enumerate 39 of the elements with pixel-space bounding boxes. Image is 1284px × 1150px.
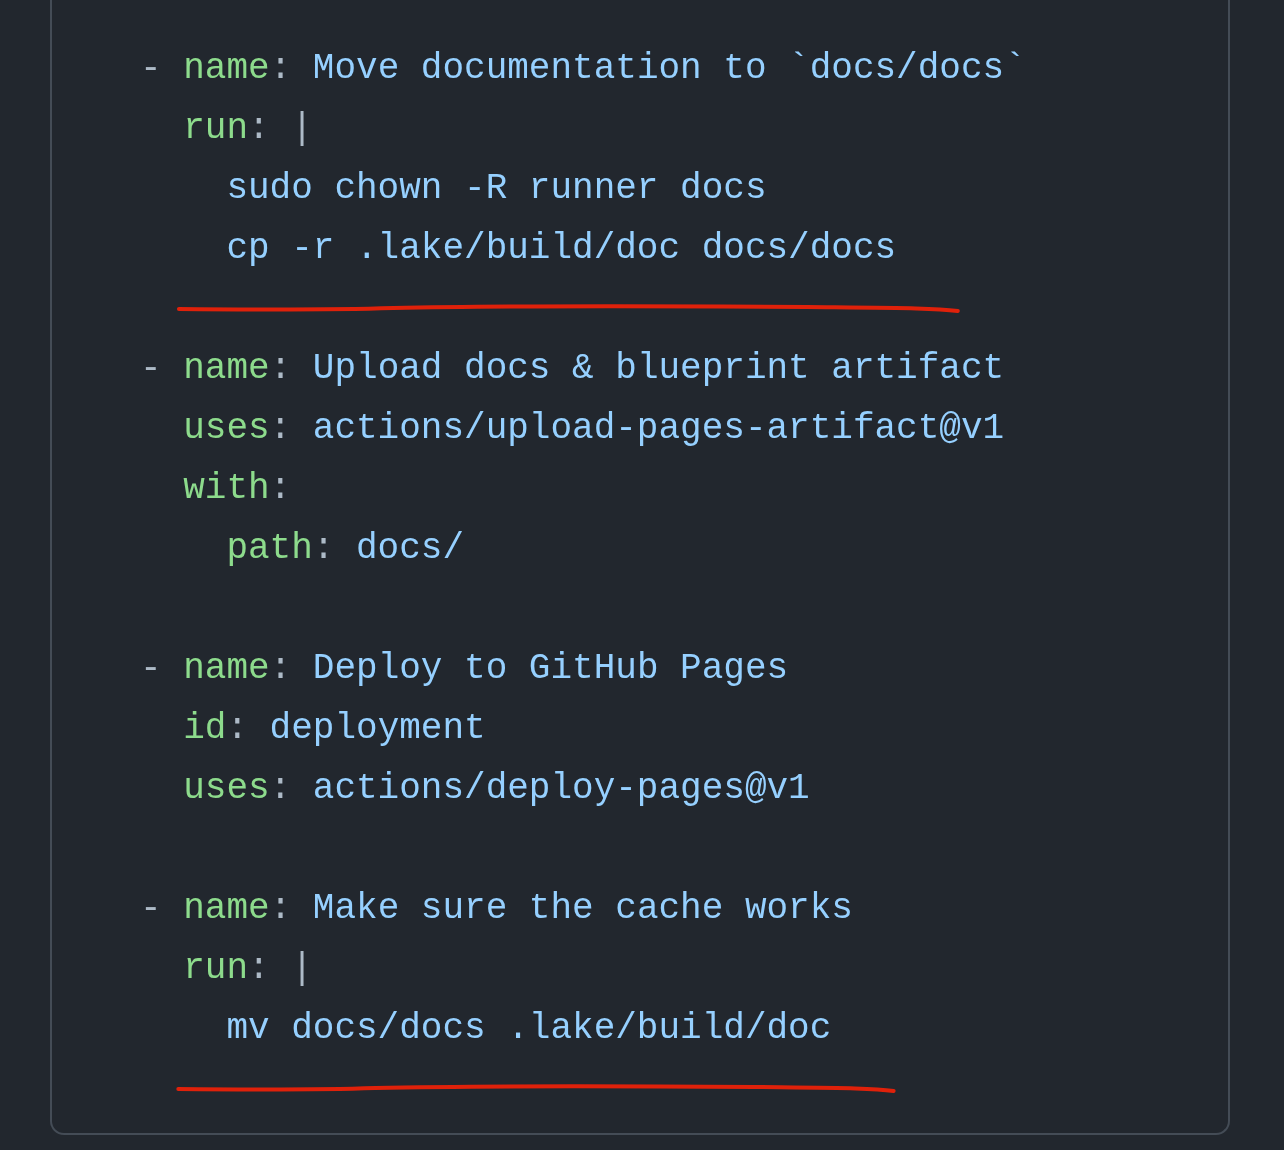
- yaml-key: name: [183, 339, 270, 399]
- list-dash: -: [140, 347, 162, 391]
- yaml-key: id: [183, 699, 227, 759]
- list-dash: -: [140, 47, 162, 91]
- yaml-value: Move documentation to `docs/docs`: [312, 47, 1026, 91]
- colon: :: [248, 107, 270, 151]
- colon: :: [269, 47, 292, 91]
- shell-command: mv docs/docs .lake/build/doc: [226, 1007, 832, 1051]
- colon: :: [248, 947, 270, 991]
- yaml-key: with: [183, 459, 270, 519]
- colon: :: [312, 527, 335, 571]
- yaml-value: actions/deploy-pages@v1: [312, 767, 810, 811]
- shell-command: cp -r .lake/build/doc docs/docs: [226, 227, 897, 271]
- yaml-value: Upload docs & blueprint artifact: [312, 347, 1005, 391]
- yaml-value: Make sure the cache works: [312, 887, 853, 931]
- yaml-key: uses: [183, 759, 270, 819]
- shell-command: sudo chown -R runner docs: [226, 167, 767, 211]
- colon: :: [269, 347, 292, 391]
- yaml-key: name: [183, 639, 270, 699]
- yaml-value: actions/upload-pages-artifact@v1: [312, 407, 1005, 451]
- yaml-key: path: [226, 519, 313, 579]
- yaml-key: run: [183, 99, 248, 159]
- yaml-key: name: [183, 879, 270, 939]
- list-dash: -: [140, 647, 162, 691]
- colon: :: [269, 887, 292, 931]
- yaml-key: name: [183, 39, 270, 99]
- yaml-key: uses: [183, 399, 270, 459]
- yaml-value: deployment: [269, 707, 486, 751]
- list-dash: -: [140, 887, 162, 931]
- yaml-key: run: [183, 939, 248, 999]
- block-indicator: |: [291, 107, 313, 151]
- colon: :: [269, 767, 292, 811]
- colon: :: [269, 407, 292, 451]
- yaml-value: docs/: [356, 527, 465, 571]
- colon: :: [269, 647, 292, 691]
- colon: :: [226, 707, 248, 751]
- yaml-value: Deploy to GitHub Pages: [312, 647, 789, 691]
- colon: :: [269, 467, 292, 511]
- block-indicator: |: [291, 947, 313, 991]
